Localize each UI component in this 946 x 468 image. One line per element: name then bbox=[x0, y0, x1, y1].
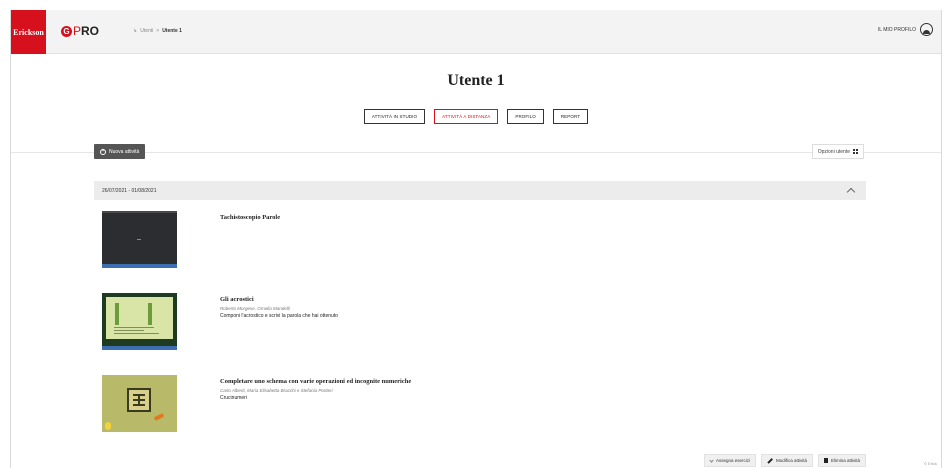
gpro-logo-p: P bbox=[73, 24, 82, 38]
activity-item[interactable]: Gli acrostici Roberto Morgese, Ornella M… bbox=[102, 293, 338, 350]
activity-info: Tachistoscopio Parole bbox=[220, 211, 280, 268]
activity-title[interactable]: Completare uno schema con varie operazio… bbox=[220, 378, 411, 385]
toolbar-divider bbox=[11, 152, 941, 153]
activity-thumbnail[interactable] bbox=[102, 375, 177, 432]
activity-title[interactable]: Tachistoscopio Parole bbox=[220, 214, 280, 221]
plus-circle-icon: + bbox=[100, 148, 106, 155]
new-activity-label: Nuova attività bbox=[109, 148, 140, 155]
breadcrumb-separator: > bbox=[156, 28, 160, 34]
edit-activity-button[interactable]: Modifica attività bbox=[760, 454, 813, 467]
tab-activities-studio[interactable]: ATTIVITÀ IN STUDIO bbox=[363, 109, 426, 124]
breadcrumb-current: Utente 1 bbox=[162, 28, 182, 34]
pencil-icon bbox=[767, 457, 773, 464]
activity-item[interactable]: Completare uno schema con varie operazio… bbox=[102, 375, 411, 432]
activity-title[interactable]: Gli acrostici bbox=[220, 296, 338, 303]
send-icon bbox=[709, 458, 714, 463]
delete-activity-label: Elimina attività bbox=[830, 458, 860, 463]
breadcrumb: ↳ Utenti > Utente 1 bbox=[133, 28, 182, 34]
assign-exercises-label: Assegna esercizi bbox=[715, 458, 750, 463]
activity-actions: Assegna esercizi Modifica attività Elimi… bbox=[703, 454, 866, 467]
corner-copyright: © Erick bbox=[924, 461, 937, 466]
trash-icon bbox=[823, 458, 828, 463]
activity-authors: Carlo Alberti, Maria Elisabetta Bracchi … bbox=[220, 388, 333, 393]
breadcrumb-arrow-icon: ↳ bbox=[133, 28, 138, 34]
activity-info: Completare uno schema con varie operazio… bbox=[220, 375, 411, 432]
gpro-logo[interactable]: G P RO bbox=[61, 24, 99, 38]
app-frame: Erickson G P RO ↳ Utenti > Utente 1 IL M… bbox=[10, 10, 942, 468]
chevron-up-icon[interactable] bbox=[846, 187, 856, 197]
activity-item[interactable]: Tachistoscopio Parole bbox=[102, 211, 280, 268]
week-header[interactable]: 26/07/2021 - 01/08/2021 bbox=[94, 181, 866, 200]
tab-bar: ATTIVITÀ IN STUDIO ATTIVITÀ A DISTANZA P… bbox=[11, 109, 941, 124]
assign-exercises-button[interactable]: Assegna esercizi bbox=[703, 454, 756, 467]
activity-thumbnail[interactable] bbox=[102, 293, 177, 350]
gpro-logo-g: G bbox=[61, 25, 72, 37]
profile-menu[interactable]: IL MIO PROFILO bbox=[878, 23, 933, 36]
new-activity-button[interactable]: + Nuova attività bbox=[94, 144, 146, 159]
activity-description: Crucinumeri bbox=[220, 395, 247, 401]
breadcrumb-parent-link[interactable]: Utenti bbox=[140, 28, 153, 34]
grid-icon bbox=[853, 149, 858, 154]
edit-activity-label: Modifica attività bbox=[775, 458, 807, 463]
activity-info: Gli acrostici Roberto Morgese, Ornella M… bbox=[220, 293, 338, 350]
user-options-button[interactable]: Opzioni utente bbox=[811, 144, 864, 159]
user-options-label: Opzioni utente bbox=[817, 148, 850, 155]
erickson-logo-text: Erickson bbox=[13, 27, 44, 37]
activity-authors: Roberto Morgese, Ornella Mandelli bbox=[220, 306, 290, 311]
page-title: Utente 1 bbox=[447, 72, 505, 89]
week-date-range: 26/07/2021 - 01/08/2021 bbox=[102, 187, 157, 194]
tab-report[interactable]: REPORT bbox=[552, 109, 589, 124]
activity-description: Componi l'acrostico e scrivi la parola c… bbox=[220, 313, 338, 319]
delete-activity-button[interactable]: Elimina attività bbox=[817, 454, 866, 467]
activity-week-panel: 26/07/2021 - 01/08/2021 Tachistoscopio P… bbox=[94, 181, 866, 468]
top-header: Erickson G P RO ↳ Utenti > Utente 1 IL M… bbox=[11, 10, 941, 54]
activity-thumbnail[interactable] bbox=[102, 211, 177, 268]
user-avatar-icon bbox=[920, 23, 933, 36]
tab-activities-remote[interactable]: ATTIVITÀ A DISTANZA bbox=[434, 109, 499, 124]
erickson-logo[interactable]: Erickson bbox=[11, 10, 46, 54]
profile-label: IL MIO PROFILO bbox=[877, 26, 916, 33]
gpro-logo-ro: RO bbox=[81, 24, 100, 38]
tab-profile[interactable]: PROFILO bbox=[507, 109, 544, 124]
